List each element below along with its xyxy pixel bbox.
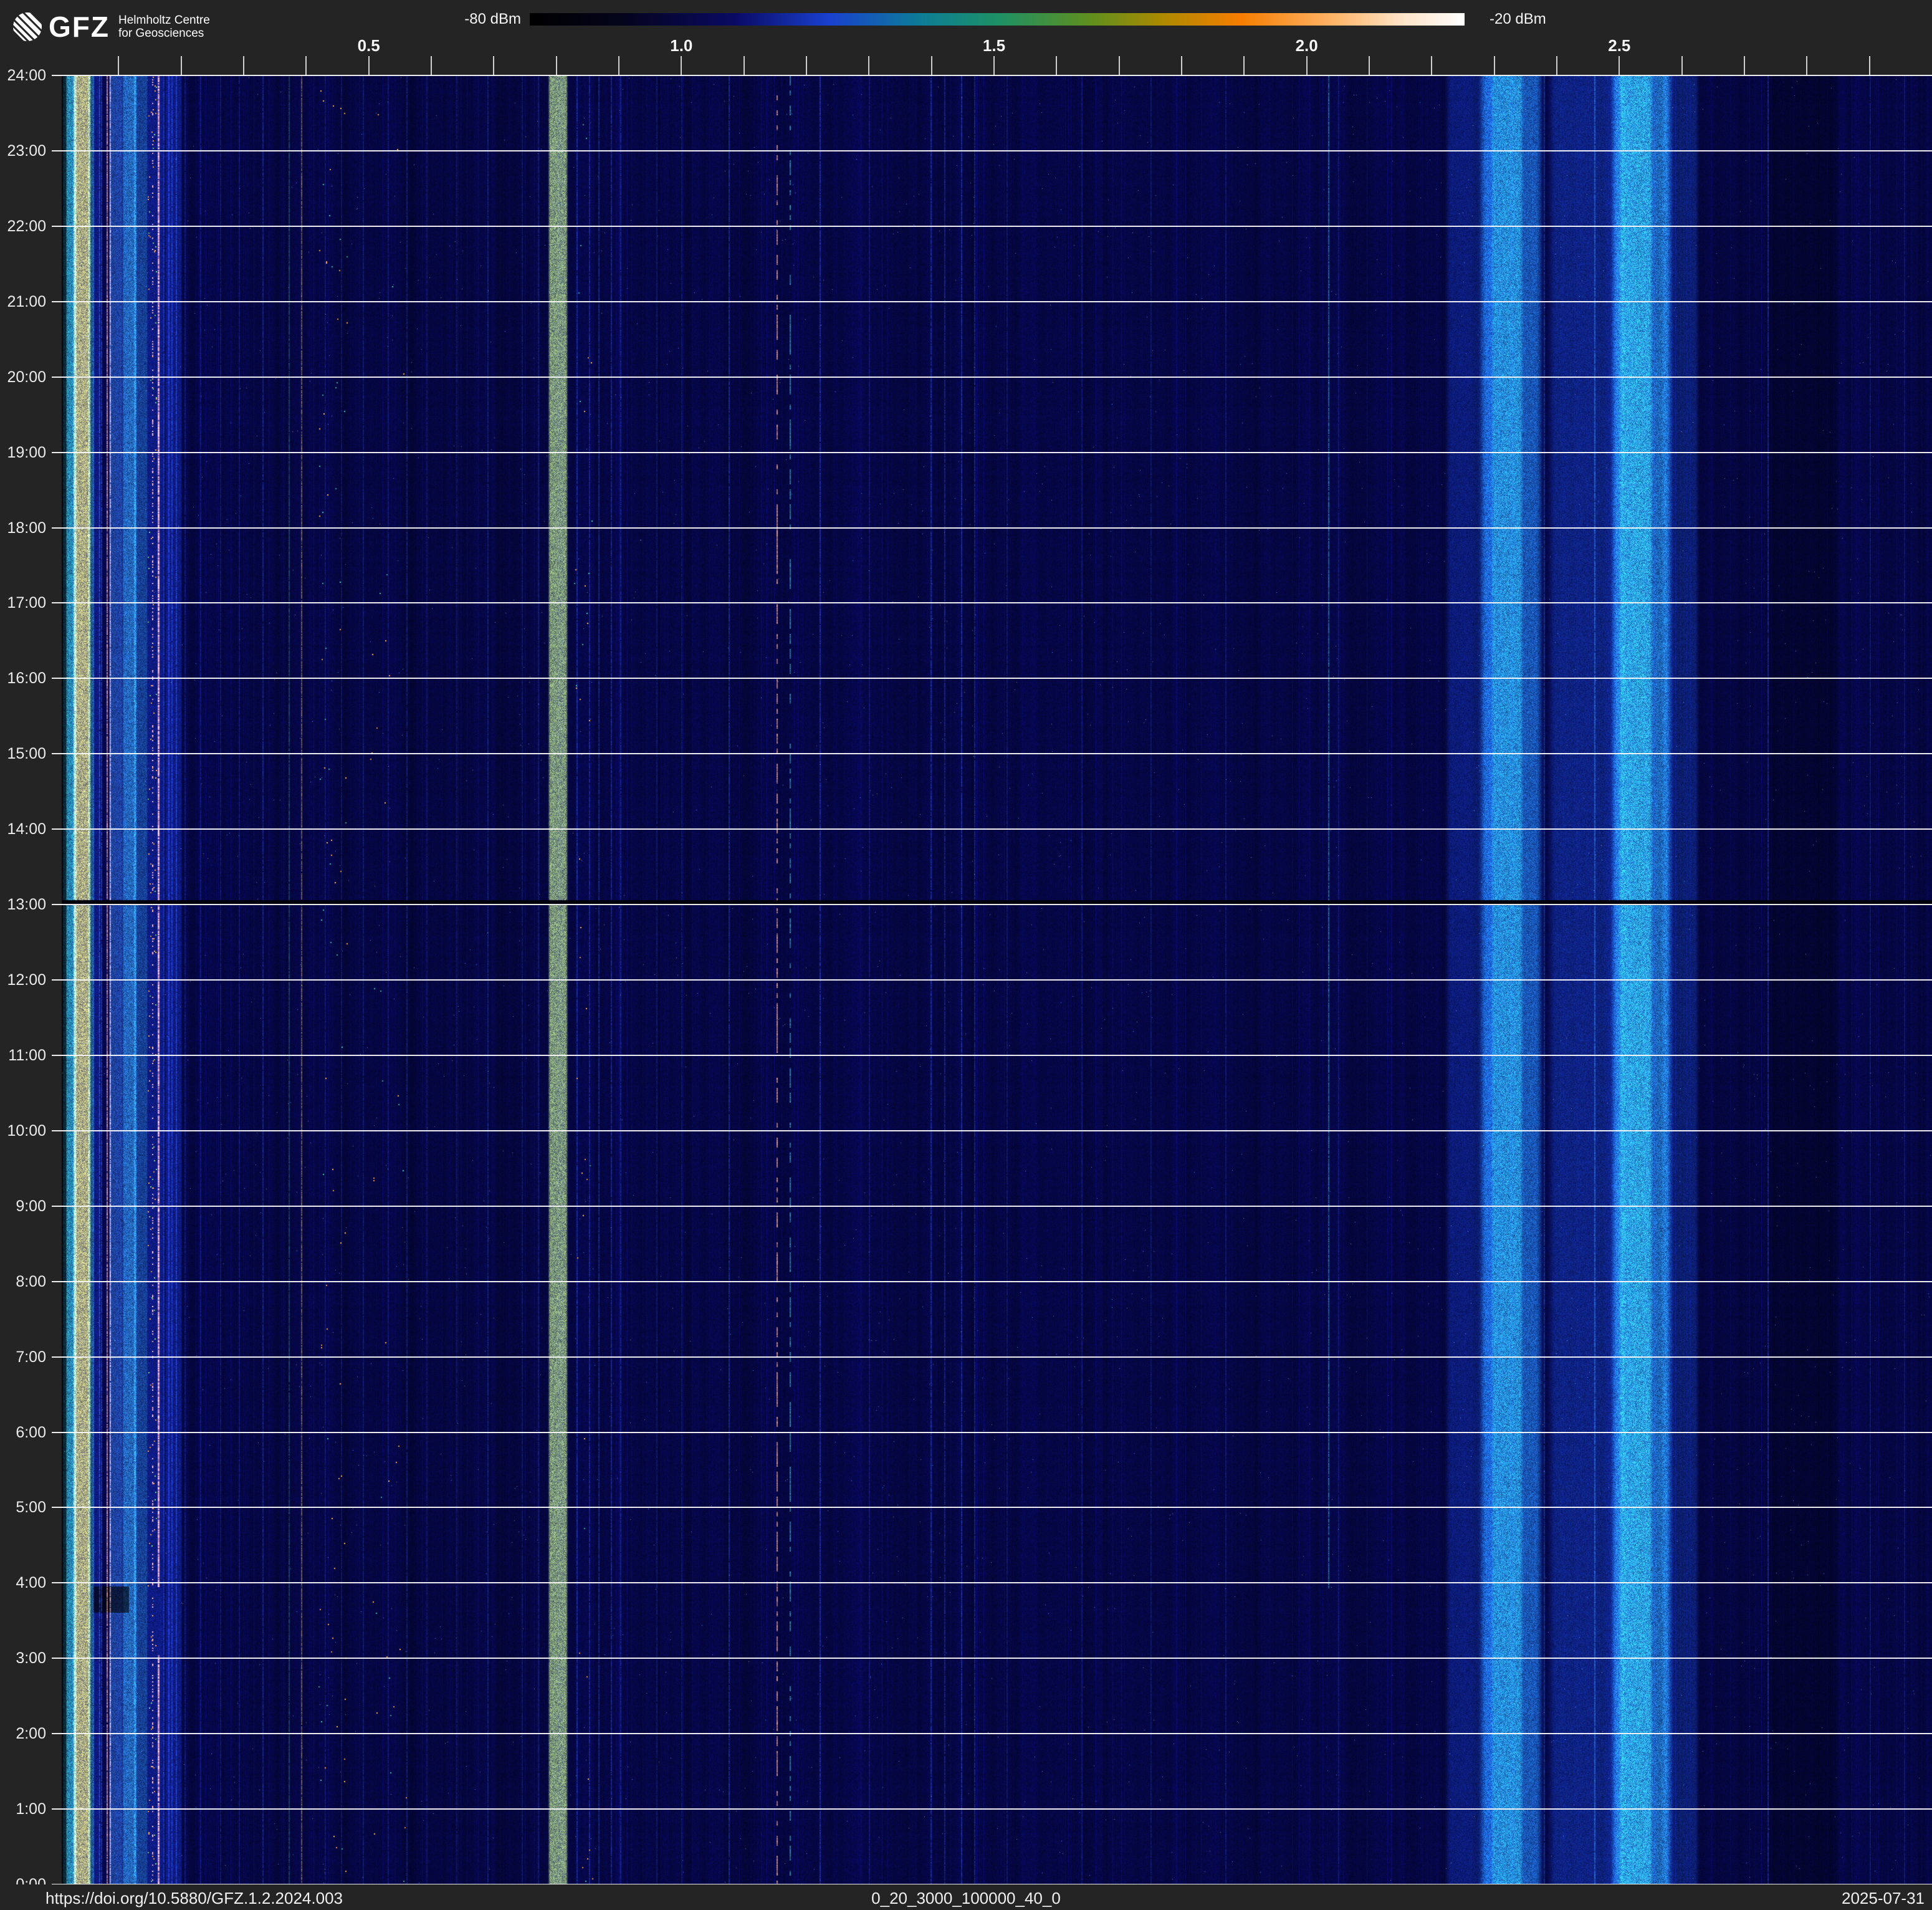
hour-gridline [52, 979, 1932, 981]
x-axis-tick [431, 56, 432, 75]
time-label: 8:00 [0, 1273, 46, 1290]
x-axis-tick [1119, 56, 1120, 75]
hour-gridline [52, 452, 1932, 453]
hour-gridline [52, 301, 1932, 302]
time-label: 19:00 [0, 444, 46, 461]
time-label: 7:00 [0, 1348, 46, 1366]
x-axis-tick [556, 56, 557, 75]
hour-gridline [52, 1582, 1932, 1583]
gfz-org-line1: Helmholtz Centre [118, 14, 210, 27]
time-label: 13:00 [0, 896, 46, 913]
gfz-logo-text: GFZ [49, 10, 110, 44]
time-label: 3:00 [0, 1649, 46, 1667]
hour-gridline [52, 150, 1932, 151]
hour-gridline [52, 753, 1932, 754]
x-axis-tick [806, 56, 807, 75]
gfz-logo: GFZ Helmholtz Centre for Geosciences [12, 10, 210, 44]
time-label: 10:00 [0, 1122, 46, 1140]
time-label: 6:00 [0, 1424, 46, 1441]
x-axis-tick [618, 56, 619, 75]
hour-gridline [52, 75, 1932, 76]
colorbar-max-label: -20 dBm [1490, 11, 1546, 28]
x-axis-tick [1869, 56, 1870, 75]
time-label: 12:00 [0, 971, 46, 989]
x-axis-tick [305, 56, 307, 75]
x-axis-tick [1681, 56, 1683, 75]
time-label: 16:00 [0, 669, 46, 687]
hour-gridline [52, 1281, 1932, 1282]
time-label: 9:00 [0, 1197, 46, 1215]
hour-gridline [52, 678, 1932, 679]
hour-gridline [52, 1507, 1932, 1508]
hour-gridline [52, 1206, 1932, 1207]
gfz-org-text: Helmholtz Centre for Geosciences [118, 14, 210, 40]
x-axis-tick [1369, 56, 1370, 75]
x-axis-tick [1744, 56, 1745, 75]
x-axis-label: 2.0 [1282, 36, 1332, 55]
hour-gridline [52, 527, 1932, 529]
time-label: 23:00 [0, 142, 46, 160]
x-axis-tick [993, 56, 995, 75]
x-axis-tick [1619, 56, 1620, 75]
hour-gridline [52, 377, 1932, 378]
gfz-org-line2: for Geosciences [118, 27, 204, 40]
hour-gridline [52, 602, 1932, 603]
hour-gridline [52, 828, 1932, 830]
time-label: 11:00 [0, 1047, 46, 1064]
hour-gridline [52, 1808, 1932, 1810]
x-axis-tick [1243, 56, 1245, 75]
time-label: 20:00 [0, 368, 46, 386]
hour-gridline [52, 904, 1932, 905]
x-axis-label: 2.5 [1594, 36, 1644, 55]
time-label: 4:00 [0, 1574, 46, 1591]
time-label: 2:00 [0, 1725, 46, 1742]
time-label: 15:00 [0, 745, 46, 762]
x-axis-tick [868, 56, 869, 75]
x-axis-tick [118, 56, 119, 75]
time-label: 5:00 [0, 1499, 46, 1516]
x-axis-tick [681, 56, 682, 75]
footer-code: 0_20_3000_100000_40_0 [0, 1884, 1932, 1910]
gfz-logo-icon [12, 12, 42, 42]
x-axis-label: 0.5 [344, 36, 394, 55]
hour-gridline [52, 1658, 1932, 1659]
x-axis-tick [181, 56, 182, 75]
colorbar-min-label: -80 dBm [384, 11, 521, 28]
time-label: 22:00 [0, 218, 46, 235]
hour-gridline [52, 1130, 1932, 1131]
x-axis-tick [1494, 56, 1495, 75]
time-label: 17:00 [0, 594, 46, 612]
time-label: 18:00 [0, 519, 46, 537]
x-axis-tick [1431, 56, 1432, 75]
time-label: 14:00 [0, 820, 46, 838]
x-axis-tick [744, 56, 745, 75]
time-label: 1:00 [0, 1800, 46, 1818]
x-axis-tick [931, 56, 932, 75]
x-axis-tick [1306, 56, 1308, 75]
footer-date: 2025-07-31 [1842, 1884, 1925, 1910]
hour-gridline [52, 1432, 1932, 1433]
colorbar-gradient [530, 13, 1465, 26]
time-label: 24:00 [0, 67, 46, 84]
footer: https://doi.org/10.5880/GFZ.1.2.2024.003… [0, 1884, 1932, 1910]
x-axis-tick [243, 56, 244, 75]
hour-gridline [52, 1055, 1932, 1056]
x-axis-tick [1806, 56, 1807, 75]
hour-gridline [52, 1356, 1932, 1358]
x-axis-tick [1181, 56, 1182, 75]
x-axis-tick [1556, 56, 1557, 75]
time-label: 21:00 [0, 293, 46, 310]
hour-gridline [52, 226, 1932, 227]
x-axis-tick [1056, 56, 1057, 75]
x-axis-tick [368, 56, 370, 75]
x-axis-label: 1.5 [969, 36, 1019, 55]
x-axis-tick [493, 56, 494, 75]
hour-gridline [52, 1733, 1932, 1734]
x-axis-label: 1.0 [656, 36, 706, 55]
